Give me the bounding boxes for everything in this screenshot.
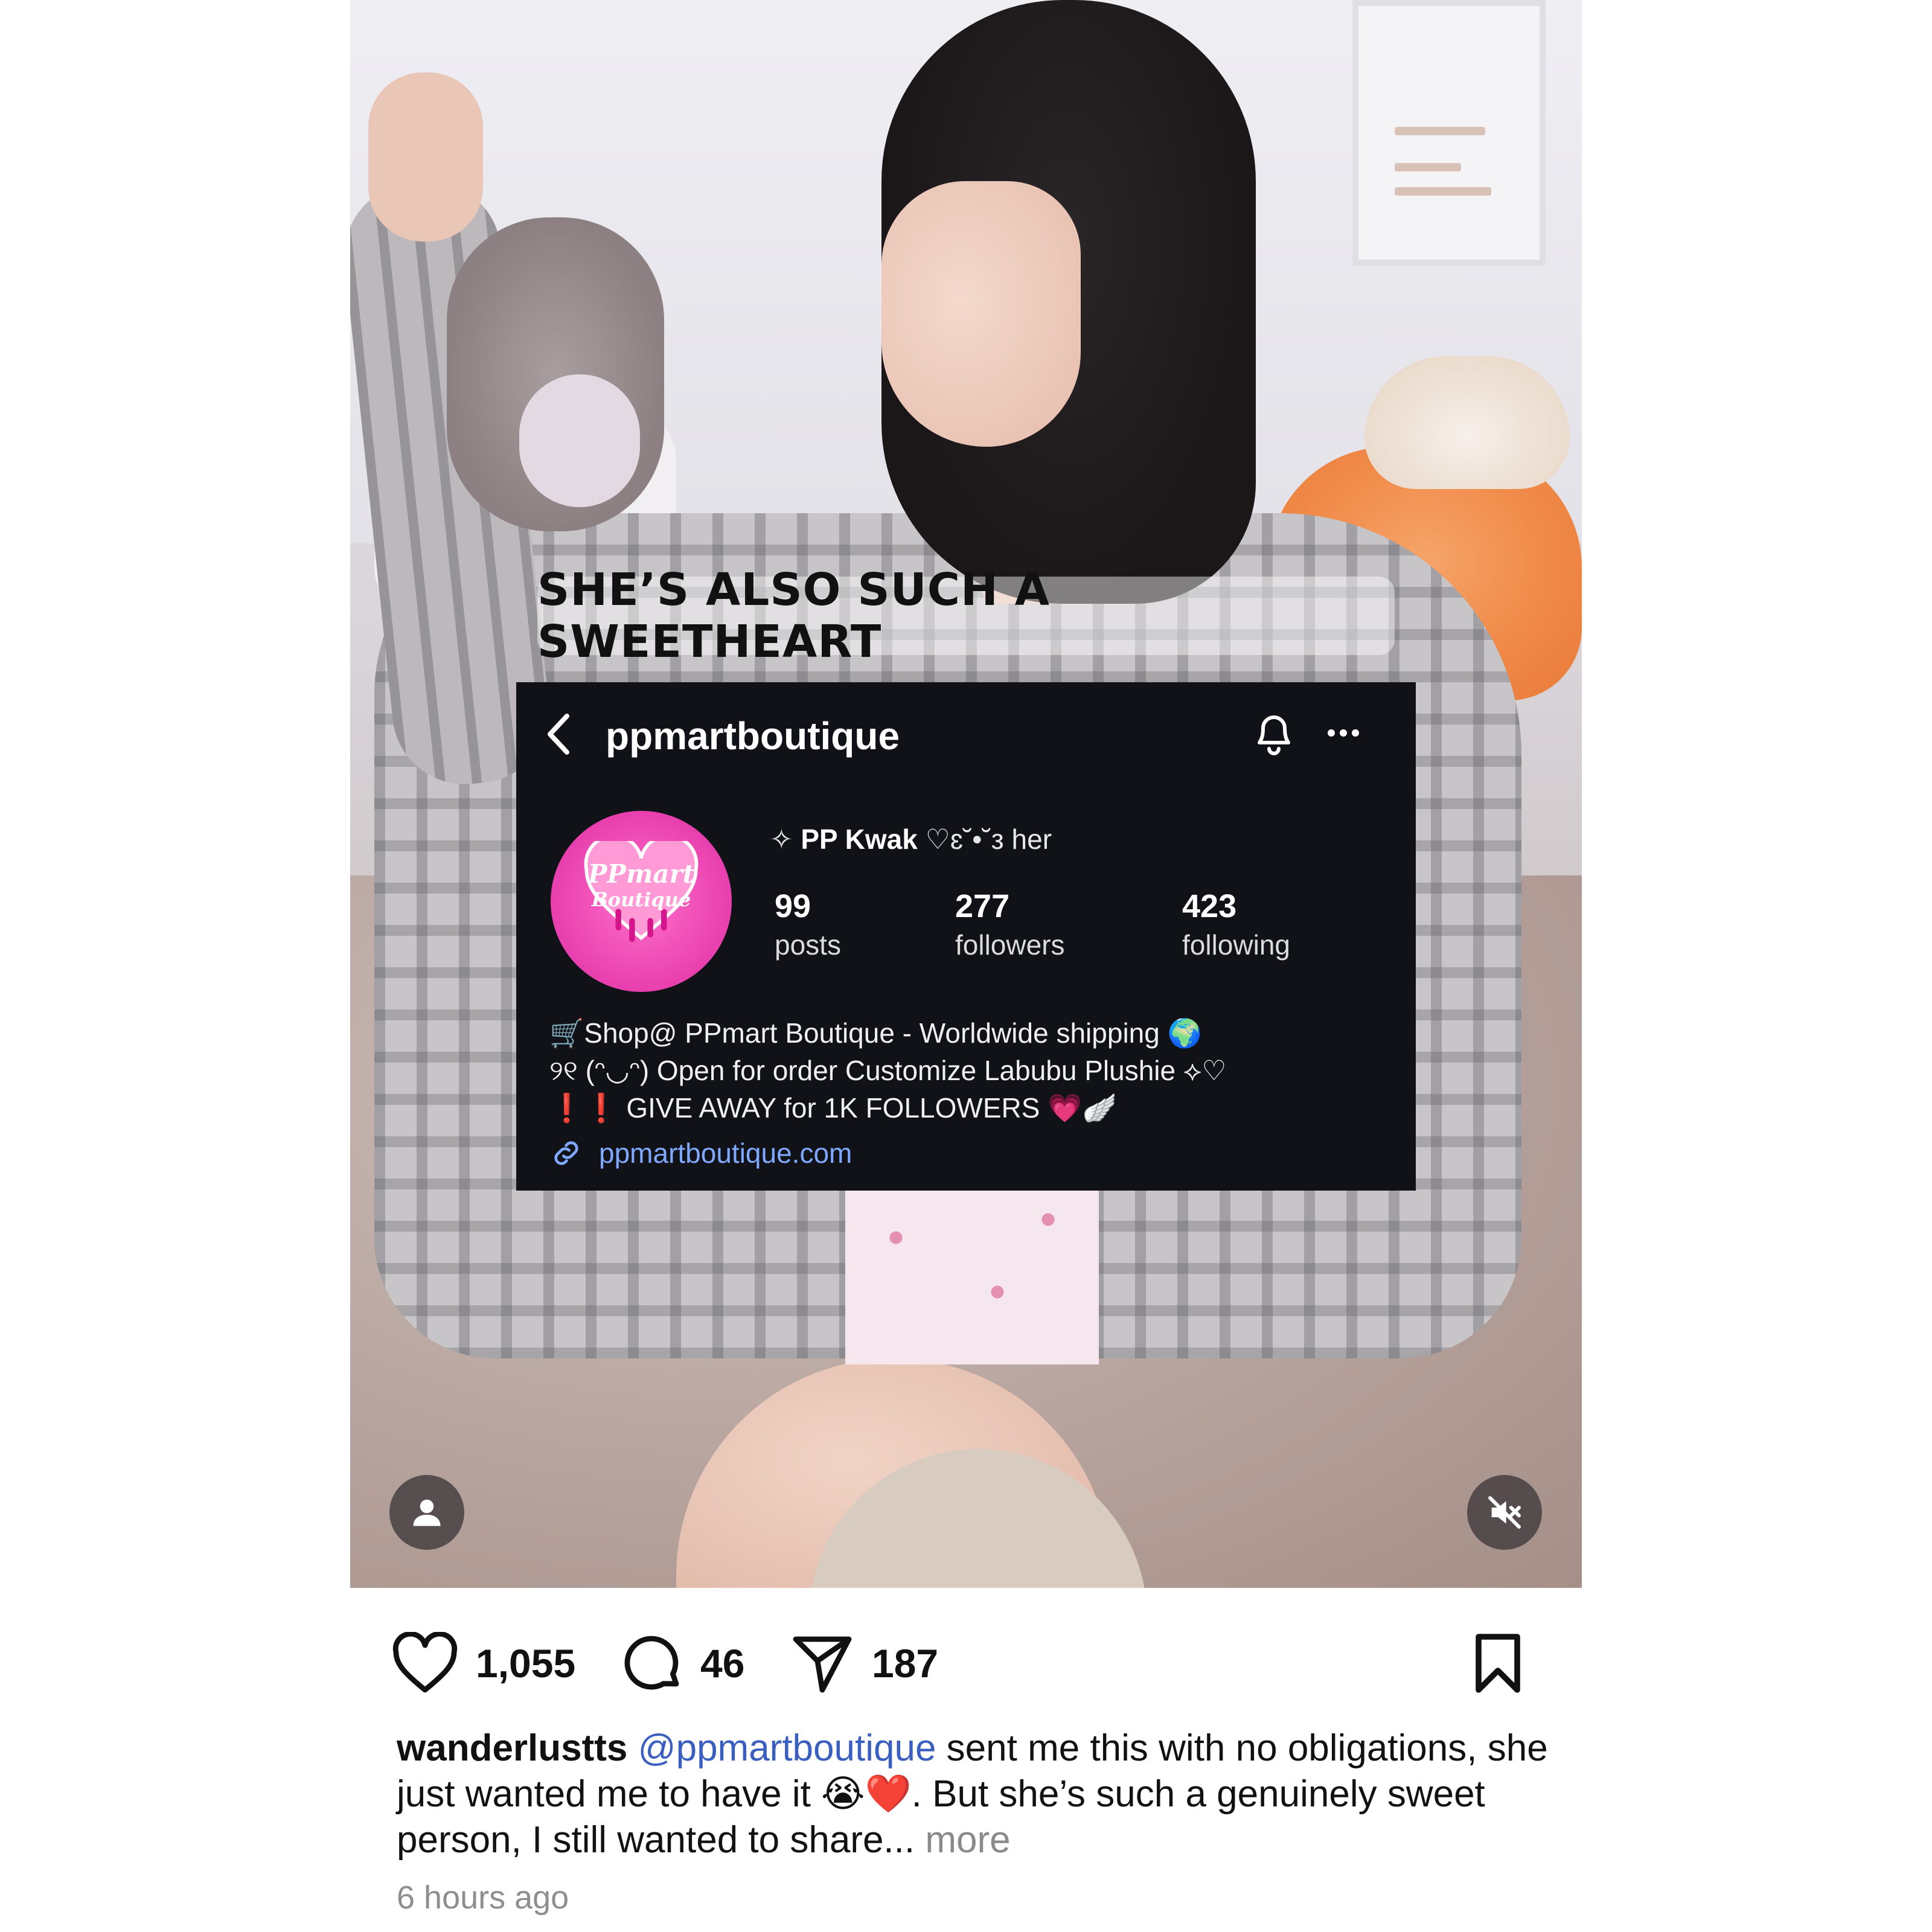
share-count: 187 [872, 1641, 939, 1686]
paper-plane-icon [793, 1636, 852, 1693]
post-caption: wanderlustts @ppmartboutique sent me thi… [397, 1726, 1556, 1863]
stat-value: 423 [1182, 888, 1237, 924]
caption-mention[interactable]: @ppmartboutique [638, 1727, 936, 1769]
hand [368, 72, 483, 242]
mute-button[interactable] [1467, 1475, 1542, 1550]
comment-bubble-icon [624, 1636, 679, 1690]
embedded-profile-card: ppmartboutique PPmart Boutique ✧ PP Kwak… [516, 682, 1416, 1191]
speaker-muted-icon [1488, 1496, 1521, 1529]
link-icon [554, 1141, 578, 1165]
cat-plush [1364, 356, 1570, 489]
comment-count: 46 [700, 1641, 745, 1686]
like-button[interactable]: 1,055 [391, 1624, 575, 1703]
caption-more-link[interactable]: more [915, 1819, 1010, 1861]
face [881, 181, 1081, 447]
heart-icon [392, 1632, 458, 1693]
like-count: 1,055 [476, 1641, 576, 1686]
gift-bag [845, 1183, 1099, 1364]
tag-people-button[interactable] [389, 1475, 464, 1550]
stat-label: followers [955, 929, 1065, 961]
stat-label: posts [775, 929, 841, 961]
avatar-logo-subtext: Boutique [591, 888, 691, 911]
bookmark-icon [1476, 1634, 1520, 1693]
post-timestamp: 6 hours ago [397, 1879, 569, 1916]
bell-icon [1258, 715, 1290, 755]
comment-button[interactable]: 46 [621, 1624, 744, 1703]
bio-line: 🛒Shop@ PPmart Boutique - Worldwide shipp… [549, 1017, 1202, 1049]
bio-line: ❗❗ GIVE AWAY for 1K FOLLOWERS 💗🪽 [549, 1092, 1117, 1124]
plush-belly [519, 374, 640, 507]
video-text-overlay: SHE’S ALSO SUCH A SWEETHEART [537, 564, 1395, 668]
post-action-bar: 1,055 46 187 [386, 1624, 1546, 1703]
profile-link: ppmartboutique.com [549, 1136, 852, 1170]
bio-line: ୨୧ (ᵔ◡ᵔ) Open for order Customize Labubu… [549, 1055, 1227, 1086]
profile-username: ppmartboutique [606, 714, 900, 758]
more-options-icon [1328, 729, 1359, 737]
stat-label: following [1182, 929, 1290, 961]
wall-frame [1352, 0, 1546, 266]
stat-posts: 99 posts [775, 888, 841, 961]
profile-bio: 🛒Shop@ PPmart Boutique - Worldwide shipp… [549, 1014, 1227, 1127]
stat-value: 99 [775, 888, 811, 924]
profile-display-name: ✧ PP Kwak ♡ɛ˘•˘з her [770, 824, 1052, 855]
stat-followers: 277 followers [955, 888, 1065, 961]
profile-avatar: PPmart Boutique [551, 811, 732, 992]
share-button[interactable]: 187 [790, 1624, 938, 1703]
caption-username[interactable]: wanderlustts [397, 1727, 627, 1769]
back-chevron-icon [548, 714, 569, 755]
stat-following: 423 following [1182, 888, 1290, 961]
stat-value: 277 [955, 888, 1010, 924]
person-icon [413, 1499, 441, 1526]
save-button[interactable] [1470, 1624, 1526, 1703]
avatar-logo-text: PPmart [587, 859, 695, 889]
